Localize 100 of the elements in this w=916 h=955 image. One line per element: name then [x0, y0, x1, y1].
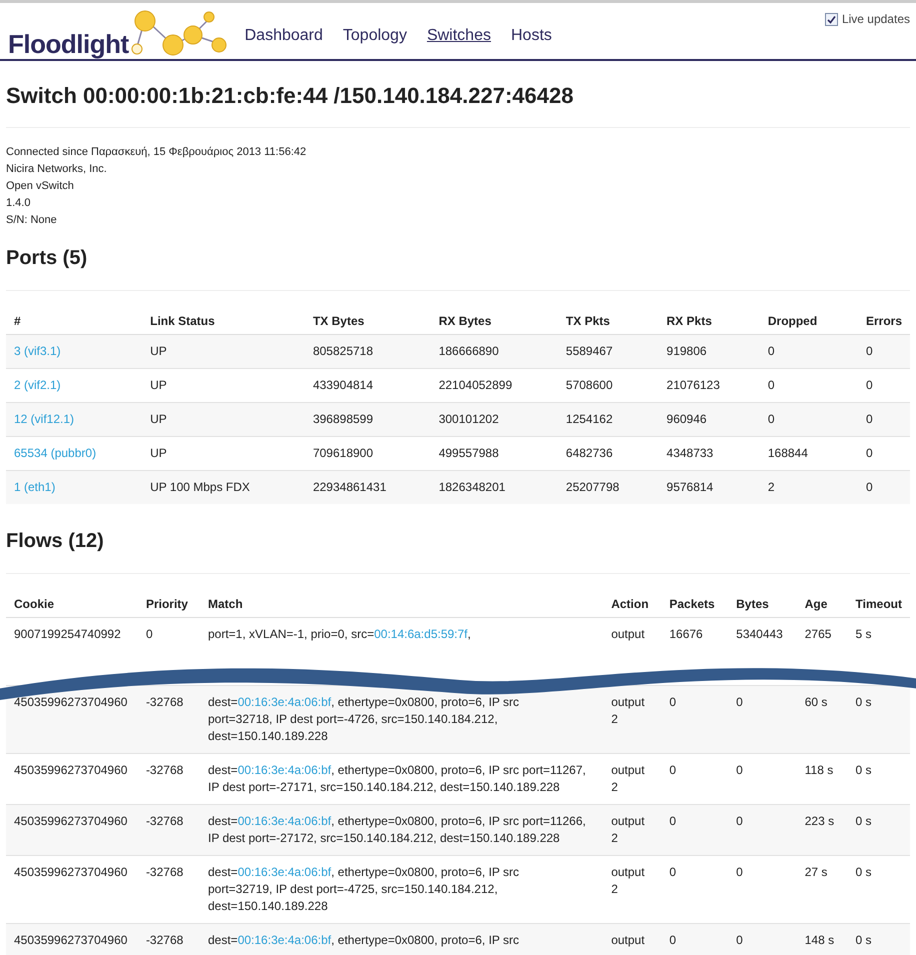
table-cell: 0 s: [848, 686, 910, 754]
port-link[interactable]: 65534 (pubbr0): [14, 446, 96, 460]
action-cell: output 2: [603, 856, 662, 924]
nav-link[interactable]: Hosts: [510, 27, 552, 45]
table-cell: 433904814: [304, 368, 431, 402]
table-cell: 0: [728, 804, 797, 856]
table-cell: 0: [728, 686, 797, 754]
table-cell: 4348733: [658, 436, 760, 470]
action-cell: output 2: [603, 686, 662, 754]
switch-info-line: S/N: None: [6, 213, 58, 228]
action-cell: output 2: [603, 754, 662, 804]
table-cell: 0: [661, 754, 728, 804]
table-cell: 148 s: [796, 924, 848, 955]
table-cell: 22934861431: [304, 470, 431, 504]
table-cell: 0: [858, 368, 910, 402]
switch-info-line: Connected since Παρασκευή, 15 Φεβρουάριος 2013 11:56:42: [6, 145, 308, 160]
table-cell: 5708600: [558, 368, 659, 402]
table-cell: 9576814: [658, 470, 760, 504]
table-cell: -32768: [138, 804, 200, 856]
table-cell: 27 s: [796, 856, 848, 924]
table-cell: 805825718: [304, 334, 431, 368]
table-cell: 1254162: [558, 402, 659, 436]
table-cell: 1826348201: [430, 470, 558, 504]
section-heading: Ports (5): [6, 237, 910, 291]
table-cell: 5589467: [558, 334, 659, 368]
table-cell: 2: [760, 470, 858, 504]
table-cell: 0 s: [848, 804, 910, 856]
table-cell: 0: [760, 402, 858, 436]
switch-info-line: 1.4.0: [6, 196, 32, 211]
match-cell: dest=00:16:3e:4a:06:bf, ethertype=0x0800, proto=6, IP src: [200, 924, 604, 955]
port-link[interactable]: 3 (vif3.1): [14, 344, 61, 358]
nav-link[interactable]: Topology: [342, 27, 407, 45]
table-cell: 0 s: [848, 924, 910, 955]
table-cell: 0: [661, 856, 728, 924]
table-cell: 118 s: [796, 754, 848, 804]
table-cell: 2765: [796, 618, 848, 686]
table-cell: 45035996273704960: [6, 804, 138, 856]
table-cell: 45035996273704960: [6, 856, 138, 924]
table-cell: 25207798: [558, 470, 659, 504]
table-cell: 0: [728, 754, 797, 804]
table-cell: 499557988: [430, 436, 558, 470]
port-link[interactable]: 2 (vif2.1): [14, 378, 61, 392]
table-cell: 60 s: [796, 686, 848, 754]
action-cell: output: [603, 924, 662, 955]
table-cell: UP: [142, 436, 305, 470]
table-cell: 21076123: [658, 368, 760, 402]
table-cell: 0: [661, 686, 728, 754]
table-cell: 0: [138, 618, 200, 686]
table-cell: -32768: [138, 924, 200, 955]
table-cell: 0 s: [848, 856, 910, 924]
table-cell: 300101202: [430, 402, 558, 436]
table-cell: 0: [661, 804, 728, 856]
table-cell: 168844: [760, 436, 858, 470]
table-cell: 45035996273704960: [6, 924, 138, 955]
switch-info-line: Open vSwitch: [6, 179, 75, 194]
table-cell: UP: [142, 402, 305, 436]
table-cell: 0: [858, 402, 910, 436]
nav-link[interactable]: Dashboard: [244, 27, 323, 45]
table-cell: 22104052899: [430, 368, 558, 402]
switch-title: Switch 00:00:00:1b:21:cb:fe:44 /150.140.184.227:46428: [6, 61, 910, 128]
table-cell: 5340443: [728, 618, 797, 686]
table-cell: 5 s: [848, 618, 910, 686]
match-cell: port=1, xVLAN=-1, prio=0, src=00:14:6a:d5:59:7f,: [200, 618, 604, 686]
table-cell: 0: [858, 470, 910, 504]
table-cell: 709618900: [304, 436, 431, 470]
table-cell: 186666890: [430, 334, 558, 368]
table-cell: 0 s: [848, 754, 910, 804]
port-link[interactable]: 12 (vif12.1): [14, 412, 74, 426]
table-cell: -32768: [138, 754, 200, 804]
action-cell: output 2: [603, 804, 662, 856]
table-cell: UP 100 Mbps FDX: [142, 470, 305, 504]
table-cell: 0: [728, 856, 797, 924]
table-cell: 396898599: [304, 402, 431, 436]
table-cell: -32768: [138, 686, 200, 754]
live-updates-label: Live updates: [842, 12, 910, 26]
table-cell: UP: [142, 334, 305, 368]
table-cell: 45035996273704960: [6, 686, 138, 754]
table-cell: 16676: [661, 618, 728, 686]
action-cell: output: [603, 618, 662, 686]
table-cell: -32768: [138, 856, 200, 924]
match-cell: dest=00:16:3e:4a:06:bf, ethertype=0x0800, proto=6, IP src port=11266, IP dest port=-27172, src=150.140.184.212, dest=150.140.189.228: [200, 804, 604, 856]
logo-text: Floodlight: [8, 31, 129, 57]
table-cell: 0: [760, 368, 858, 402]
match-cell: dest=00:16:3e:4a:06:bf, ethertype=0x0800, proto=6, IP src port=32719, IP dest port=-4725, src=150.140.184.212, dest=150.140.189.228: [200, 856, 604, 924]
table-cell: 0: [858, 436, 910, 470]
table-cell: 960946: [658, 402, 760, 436]
match-cell: dest=00:16:3e:4a:06:bf, ethertype=0x0800, proto=6, IP src port=32718, IP dest port=-4726, src=150.140.184.212, dest=150.140.189.228: [200, 686, 604, 754]
nav-link[interactable]: Switches: [426, 27, 491, 45]
table-cell: 0: [760, 334, 858, 368]
table-cell: 45035996273704960: [6, 754, 138, 804]
table-cell: 919806: [658, 334, 760, 368]
table-cell: UP: [142, 368, 305, 402]
table-cell: 0: [728, 924, 797, 955]
switch-info-line: Nicira Networks, Inc.: [6, 162, 108, 177]
port-link[interactable]: 1 (eth1): [14, 480, 56, 494]
table-cell: 0: [661, 924, 728, 955]
table-cell: 0: [858, 334, 910, 368]
table-cell: 6482736: [558, 436, 659, 470]
table-cell: 9007199254740992: [6, 618, 138, 686]
live-updates-checkbox[interactable]: [824, 12, 838, 26]
